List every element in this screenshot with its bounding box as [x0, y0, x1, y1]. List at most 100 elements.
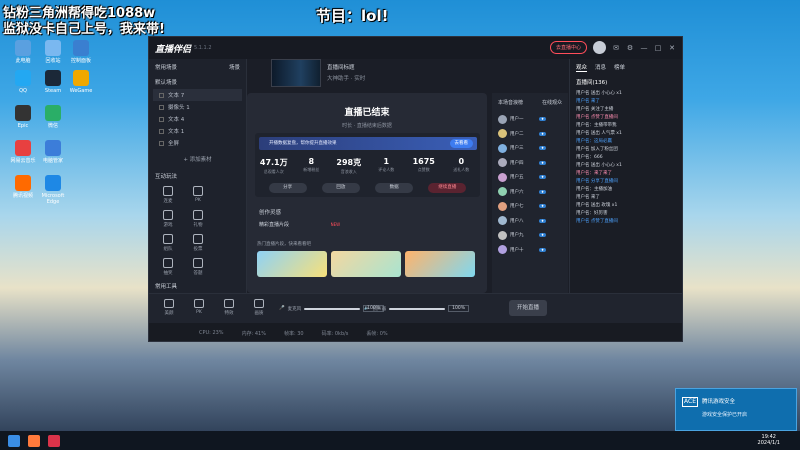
speaker-track[interactable] [389, 307, 446, 310]
start-live-button[interactable]: 开始直播 [509, 300, 547, 316]
review-banner-button[interactable]: 去看看 [449, 139, 473, 148]
desktop-icon[interactable]: 腾讯视频 [6, 175, 40, 199]
fan-badge-icon: ♦ [539, 146, 547, 151]
tool-button[interactable]: 组队 [153, 231, 183, 255]
stat-action-button[interactable]: 数据 [375, 183, 414, 193]
promo-tab[interactable]: 精彩直播片段 NEW [259, 221, 340, 228]
ace-notification[interactable]: ACE 腾讯游戏安全 游戏安全保护已开启 [675, 388, 797, 431]
promo-card[interactable] [257, 251, 327, 277]
close-icon[interactable]: ✕ [668, 44, 676, 52]
tool-button[interactable]: 答题 [183, 255, 213, 279]
stat-action-button[interactable]: 回放 [321, 183, 360, 193]
checkbox-icon[interactable] [159, 116, 164, 122]
stat-value: 1675 [412, 157, 435, 166]
app-icon [45, 40, 61, 56]
checkbox-icon[interactable] [159, 128, 164, 134]
desktop-icon[interactable]: 网易云音乐 [6, 140, 40, 164]
tool-button[interactable]: 游戏 [153, 207, 183, 231]
app-icon [45, 70, 61, 86]
rank-item[interactable]: 用户十 ♦ [492, 243, 568, 258]
tool-button[interactable]: 抽奖 [153, 255, 183, 279]
app-taskbar-icon[interactable] [28, 434, 40, 447]
stat-action-button[interactable]: 分享 [268, 183, 307, 193]
desktop-icon[interactable]: 电脑管家 [36, 140, 70, 164]
message-icon[interactable]: ✉ [612, 44, 620, 52]
tool-icon [193, 234, 203, 244]
promo-card[interactable] [331, 251, 401, 277]
promo-card[interactable] [405, 251, 475, 277]
settings-icon[interactable]: ⚙ [626, 44, 634, 52]
desktop-icon[interactable]: 控制面板 [64, 40, 98, 64]
stat-action-button[interactable]: 继续直播 [428, 183, 467, 193]
tool-label: 投票 [193, 247, 203, 252]
desktop-icon[interactable]: WeGame [64, 70, 98, 94]
live-center-button[interactable]: 去直播中心 [549, 41, 587, 54]
right-tab[interactable]: 榜单 [614, 63, 625, 72]
tool-button[interactable]: 礼物 [183, 207, 213, 231]
ace-desc: 游戏安全保护已开启 [702, 412, 748, 418]
minimize-icon[interactable]: — [640, 44, 648, 52]
desktop-icon[interactable]: Epic [6, 105, 40, 129]
tool-icon [224, 299, 234, 308]
right-tab[interactable]: 消息 [595, 63, 606, 72]
desktop-icon[interactable]: 微信 [36, 105, 70, 129]
rank-item[interactable]: 用户二 ♦ [492, 127, 568, 142]
checkbox-icon[interactable] [159, 140, 164, 146]
app-taskbar-icon[interactable] [48, 434, 60, 447]
stat-label: 送礼人数 [453, 167, 470, 172]
scene-item[interactable]: 摄像头 1 [153, 101, 242, 113]
rank-item[interactable]: 用户五 ♦ [492, 170, 568, 185]
speaker-slider[interactable]: 🔈 扬声器 100% [364, 304, 469, 313]
rank-item[interactable]: 用户三 ♦ [492, 141, 568, 156]
rank-avatar [498, 230, 507, 240]
tool-button[interactable]: 画质 [249, 297, 269, 316]
checkbox-icon[interactable] [159, 104, 164, 110]
tool-button[interactable]: 特效 [219, 297, 239, 316]
tool-label: 连麦 [163, 199, 173, 204]
desktop-icon[interactable]: 此电脑 [6, 40, 40, 64]
add-source-button[interactable]: + 添加素材 [149, 155, 246, 163]
stream-cover[interactable] [271, 59, 321, 87]
scene-item[interactable]: 文本 1 [153, 125, 242, 137]
rank-tab[interactable]: 在线观众 [542, 99, 562, 106]
rank-item[interactable]: 用户四 ♦ [492, 156, 568, 171]
speaker-icon[interactable]: 🔈 [364, 306, 370, 311]
mic-icon[interactable]: 🎤 [279, 306, 285, 311]
scene-header-action[interactable]: 场景 [229, 63, 240, 71]
rank-item[interactable]: 用户九 ♦ [492, 228, 568, 243]
interact-title: 互动玩法 [155, 174, 178, 180]
tool-button[interactable]: 连麦 [153, 183, 183, 207]
scene-item[interactable]: 文本 7 [153, 89, 242, 101]
checkbox-icon[interactable] [159, 92, 164, 98]
right-tab[interactable]: 观众 [576, 63, 588, 72]
scene-item[interactable]: 文本 4 [153, 113, 242, 125]
tool-button[interactable]: PK [183, 183, 213, 207]
status-item: 丢帧: 0% [366, 330, 388, 337]
rank-item[interactable]: 用户七 ♦ [492, 199, 568, 214]
left-panel: 常用场景 场景 默认场景 文本 7 摄像头 1 文本 4 文本 1 全屏 + 添加素材 … [149, 59, 247, 338]
stream-title[interactable]: 直播间标题 [327, 63, 365, 71]
mic-track[interactable] [304, 307, 361, 310]
scene-item[interactable]: 全屏 [153, 137, 242, 149]
rank-item[interactable]: 用户一 ♦ [492, 112, 568, 127]
scene-header[interactable]: 常用场景 [155, 63, 177, 71]
app-icon [45, 105, 61, 121]
rank-title[interactable]: 本场音浪榜 [498, 99, 523, 106]
tool-button[interactable]: 投票 [183, 231, 213, 255]
clock[interactable]: 19:42 2024/1/1 [758, 434, 780, 446]
start-icon[interactable] [8, 434, 20, 447]
tool-button[interactable]: PK [189, 297, 209, 316]
rank-item[interactable]: 用户六 ♦ [492, 185, 568, 200]
desktop-icon[interactable]: Microsoft Edge [36, 175, 70, 205]
rank-item[interactable]: 用户八 ♦ [492, 214, 568, 229]
rank-avatar [498, 172, 507, 182]
tool-button[interactable]: 美颜 [159, 297, 179, 316]
desktop-icon[interactable]: QQ [6, 70, 40, 94]
maximize-icon[interactable]: □ [654, 44, 662, 52]
app-icon [73, 70, 89, 86]
stat-value: 1 [383, 157, 390, 166]
review-banner-text: 开播数据复盘，帮你提升直播效果 [269, 141, 337, 146]
user-avatar[interactable] [593, 41, 606, 54]
fan-badge-icon: ♦ [539, 218, 547, 223]
scene-label: 文本 7 [168, 93, 185, 99]
